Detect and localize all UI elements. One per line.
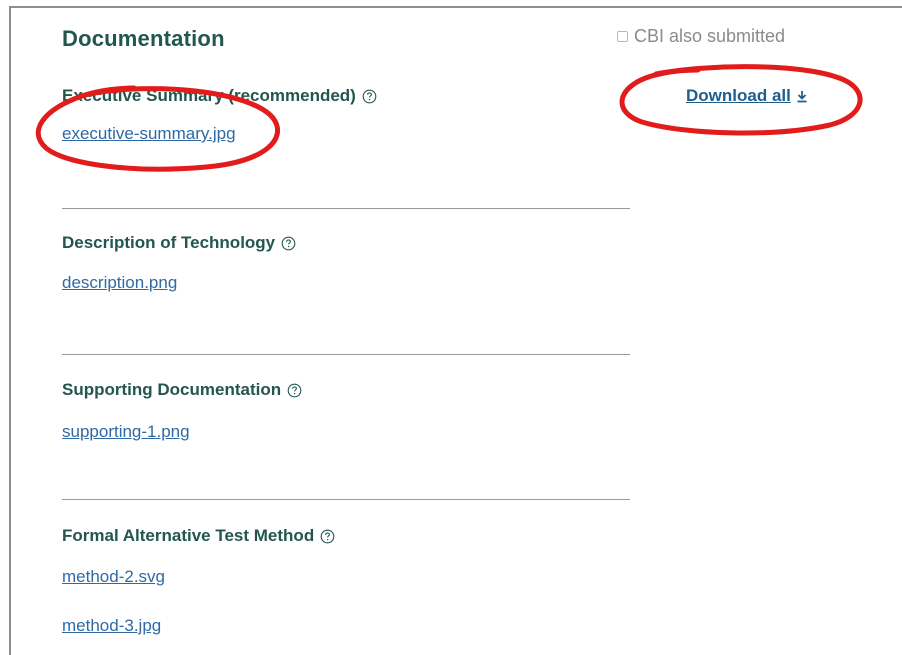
section-divider — [62, 354, 630, 355]
checkbox-icon[interactable] — [617, 31, 628, 42]
download-icon — [797, 90, 807, 102]
help-circle-icon[interactable] — [281, 236, 296, 251]
section-label-text: Description of Technology — [62, 233, 276, 252]
section-label-text: Supporting Documentation — [62, 380, 282, 399]
section-supporting-label: Supporting Documentation — [62, 380, 302, 400]
cbi-label: CBI also submitted — [634, 26, 786, 46]
file-link-supporting-1[interactable]: supporting-1.png — [62, 422, 190, 442]
section-label-text: Formal Alternative Test Method — [62, 526, 315, 545]
help-circle-icon[interactable] — [320, 529, 335, 544]
file-link-description[interactable]: description.png — [62, 273, 177, 293]
file-link-executive-summary[interactable]: executive-summary.jpg — [62, 124, 236, 144]
section-executive-summary-label: Executive Summary (recommended) — [62, 86, 377, 106]
download-all-label: Download all — [686, 86, 791, 105]
cbi-checkbox-row[interactable]: CBI also submitted — [617, 26, 785, 47]
download-all-button[interactable]: Download all — [686, 86, 808, 106]
section-description-label: Description of Technology — [62, 233, 296, 253]
section-label-text: Executive Summary (recommended) — [62, 86, 356, 105]
section-formal-method-label: Formal Alternative Test Method — [62, 526, 335, 546]
section-divider — [62, 499, 630, 500]
section-divider — [62, 208, 630, 209]
file-link-method-3[interactable]: method-3.jpg — [62, 616, 161, 636]
file-link-method-2[interactable]: method-2.svg — [62, 567, 165, 587]
page-title: Documentation — [62, 26, 225, 51]
help-circle-icon[interactable] — [287, 383, 302, 398]
help-circle-icon[interactable] — [362, 89, 377, 104]
